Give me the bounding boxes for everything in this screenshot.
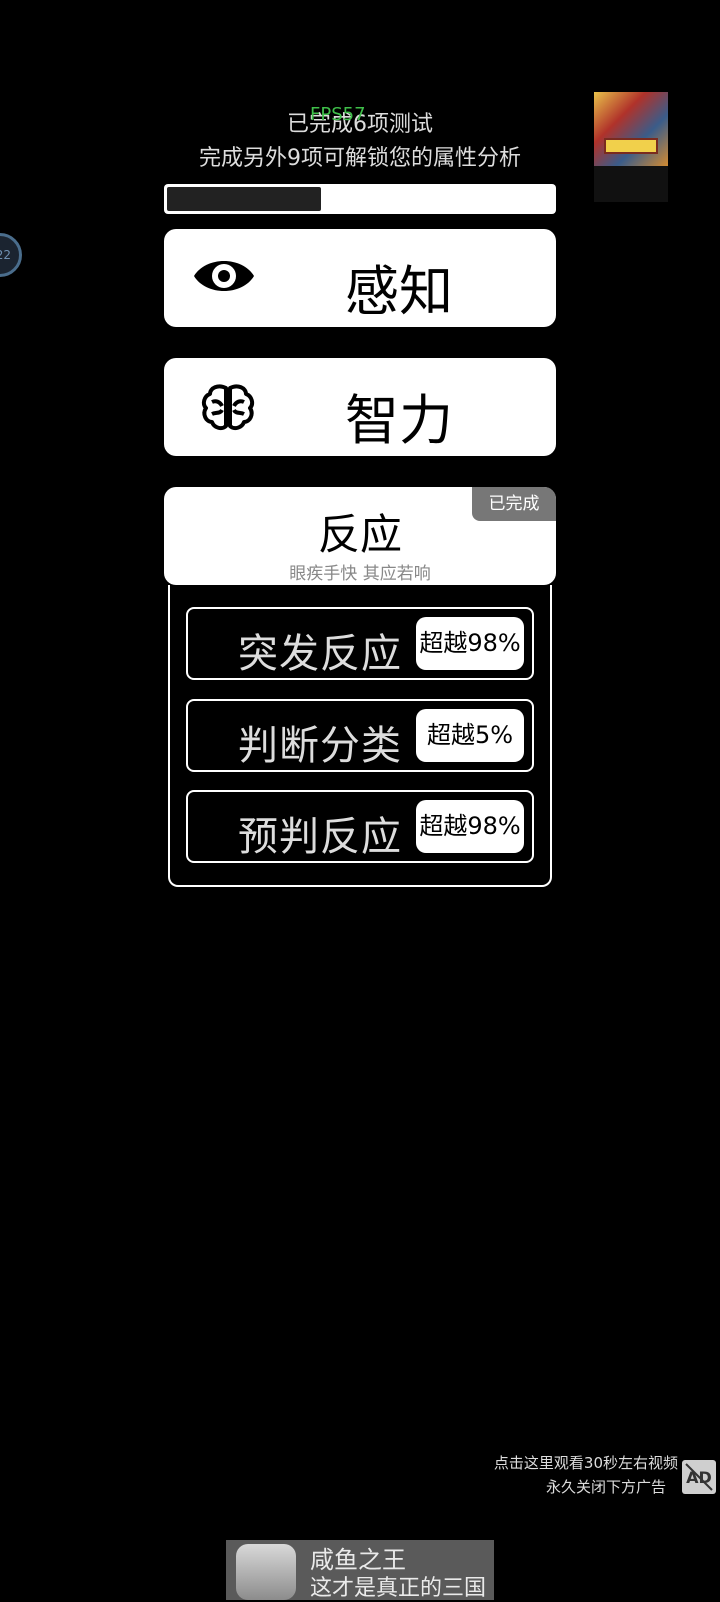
fps-overlay: FPS57 xyxy=(310,104,366,125)
test-result-row[interactable]: 突发反应 超越98% xyxy=(186,607,534,680)
test-score-badge: 超越98% xyxy=(416,800,524,853)
side-badge-text: 22 xyxy=(0,248,11,262)
test-name: 预判反应 xyxy=(238,814,402,860)
test-score-badge: 超越98% xyxy=(416,617,524,670)
reaction-results-panel: 突发反应 超越98% 判断分类 超越5% 预判反应 超越98% xyxy=(168,585,552,887)
category-subtitle-reaction: 眼疾手快 其应若响 xyxy=(289,564,431,584)
progress-bar xyxy=(164,184,556,214)
test-score-badge: 超越5% xyxy=(416,709,524,762)
category-card-intellect[interactable]: 智力 xyxy=(164,358,556,456)
side-floating-badge[interactable]: 22 xyxy=(0,233,22,277)
category-card-perception[interactable]: 感知 xyxy=(164,229,556,327)
progress-fill xyxy=(167,187,322,211)
test-result-row[interactable]: 判断分类 超越5% xyxy=(186,699,534,772)
ad-thumbnail[interactable] xyxy=(594,92,668,202)
completed-status-badge: 已完成 xyxy=(472,487,556,521)
banner-ad-description: 这才是真正的三国 xyxy=(310,1576,487,1601)
test-name: 判断分类 xyxy=(238,723,402,769)
banner-ad-thumbnail xyxy=(236,1544,296,1600)
bottom-banner-ad[interactable]: 咸鱼之王 这才是真正的三国 xyxy=(226,1540,494,1601)
ad-thumbnail-image xyxy=(594,92,668,166)
category-label-perception: 感知 xyxy=(345,260,453,323)
category-card-reaction[interactable]: 反应 眼疾手快 其应若响 已完成 xyxy=(164,487,556,585)
test-result-row[interactable]: 预判反应 超越98% xyxy=(186,790,534,863)
ad-remove-hint-line1[interactable]: 点击这里观看30秒左右视频 xyxy=(494,1452,678,1473)
ad-remove-hint-line2[interactable]: 永久关闭下方广告 xyxy=(546,1476,666,1497)
test-name: 突发反应 xyxy=(238,631,402,677)
category-label-intellect: 智力 xyxy=(345,389,453,452)
no-ad-icon[interactable]: AD xyxy=(682,1460,716,1494)
